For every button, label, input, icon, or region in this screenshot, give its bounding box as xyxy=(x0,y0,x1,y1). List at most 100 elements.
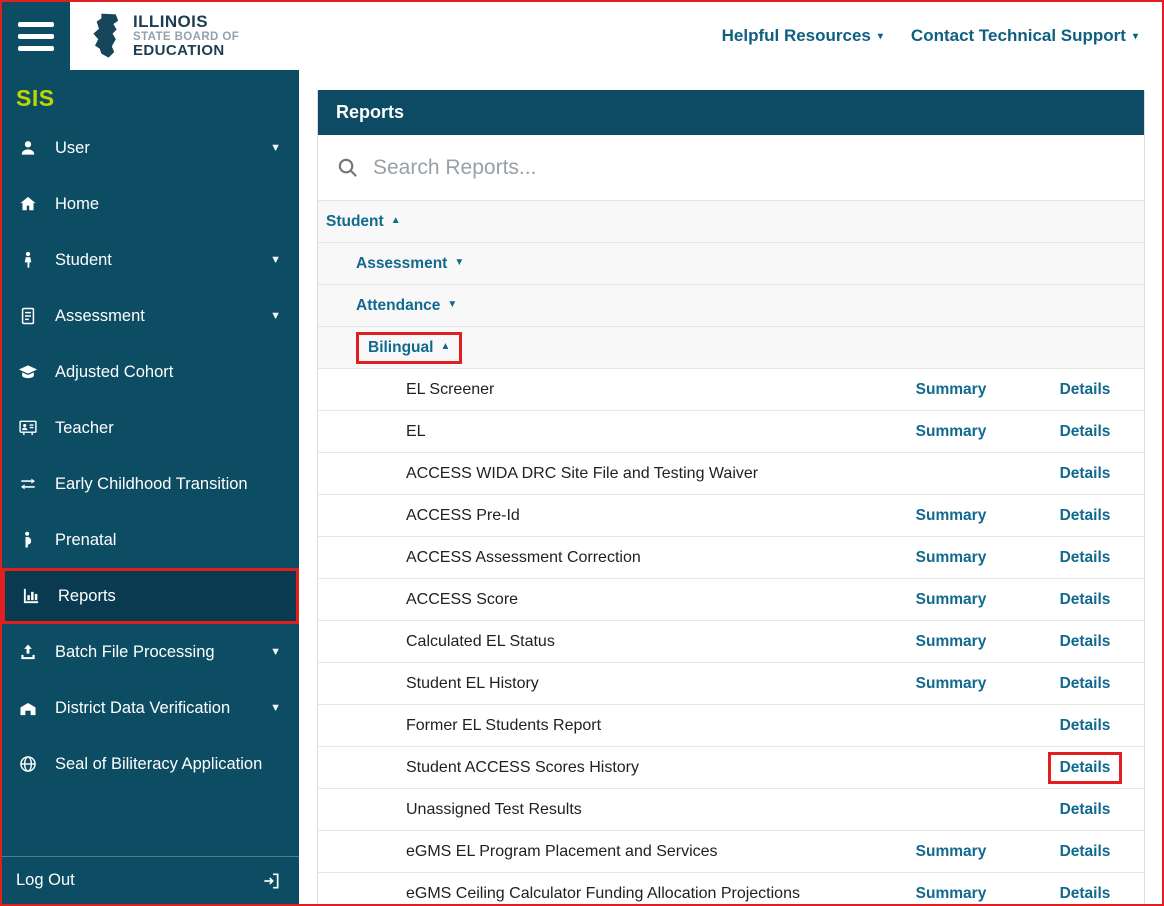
sidebar-item-label: User xyxy=(55,138,90,157)
summary-link[interactable]: Summary xyxy=(916,633,987,650)
home-icon xyxy=(16,194,40,214)
category-row-attendance: Attendance ▼ xyxy=(318,285,1144,327)
teacher-icon xyxy=(16,418,40,438)
report-row-access-score: ACCESS Score Summary Details xyxy=(318,579,1144,621)
report-tree: Student ▲ Assessment ▼ Attendance ▼ Bilingual ▲… xyxy=(318,201,1144,904)
summary-link[interactable]: Summary xyxy=(916,885,987,902)
panel-title: Reports xyxy=(318,90,1144,135)
summary-cell: Summary xyxy=(876,633,1026,651)
isbe-logo: ILLINOIS STATE BOARD OF EDUCATION xyxy=(90,12,239,60)
report-name: Student EL History xyxy=(406,674,539,692)
reports-chart-icon xyxy=(19,586,43,606)
summary-link[interactable]: Summary xyxy=(916,507,987,524)
chevron-down-icon: ▼ xyxy=(270,646,281,658)
summary-link[interactable]: Summary xyxy=(916,381,987,398)
details-cell: Details xyxy=(1026,591,1144,609)
sidebar-item-adjusted-cohort[interactable]: Adjusted Cohort xyxy=(2,344,299,400)
top-bar-white: ILLINOIS STATE BOARD OF EDUCATION Helpfu… xyxy=(70,2,1162,70)
illinois-state-icon xyxy=(90,12,124,60)
details-cell: Details xyxy=(1026,751,1144,784)
details-link[interactable]: Details xyxy=(1060,633,1111,650)
details-link[interactable]: Details xyxy=(1060,591,1111,608)
sidebar-item-label: Prenatal xyxy=(55,530,117,549)
sidebar-item-student[interactable]: Student ▼ xyxy=(2,232,299,288)
details-link[interactable]: Details xyxy=(1060,801,1111,818)
chevron-down-icon: ▼ xyxy=(270,254,281,266)
report-name: ACCESS Assessment Correction xyxy=(406,548,641,566)
report-name: ACCESS WIDA DRC Site File and Testing Wa… xyxy=(406,464,759,482)
chevron-down-icon: ▼ xyxy=(270,142,281,154)
sidebar-item-label: Batch File Processing xyxy=(55,642,215,661)
summary-cell: Summary xyxy=(876,591,1026,609)
details-cell: Details xyxy=(1026,423,1144,441)
report-row-el-screener: EL Screener Summary Details xyxy=(318,369,1144,411)
report-row-student-access-scores-history: Student ACCESS Scores History Details xyxy=(318,747,1144,789)
category-link-bilingual[interactable]: Bilingual ▲ xyxy=(368,339,450,357)
sidebar-item-district-data-verification[interactable]: District Data Verification ▼ xyxy=(2,680,299,736)
sidebar-item-batch-file-processing[interactable]: Batch File Processing ▼ xyxy=(2,624,299,680)
top-link-helpful-resources[interactable]: Helpful Resources ▾ xyxy=(722,26,883,46)
sidebar-item-prenatal[interactable]: Prenatal xyxy=(2,512,299,568)
report-name: eGMS EL Program Placement and Services xyxy=(406,842,718,860)
report-row-calculated-el-status: Calculated EL Status Summary Details xyxy=(318,621,1144,663)
sidebar-item-home[interactable]: Home xyxy=(2,176,299,232)
details-link[interactable]: Details xyxy=(1060,885,1111,902)
sidebar-item-label: District Data Verification xyxy=(55,698,231,717)
main-content: Reports Student ▲ Assessment ▼ Attendance ▼ Bi… xyxy=(299,70,1162,904)
chevron-up-icon: ▲ xyxy=(440,341,451,352)
report-row-el: EL Summary Details xyxy=(318,411,1144,453)
report-row-egms-el-program-placement-and-services: eGMS EL Program Placement and Services Su… xyxy=(318,831,1144,873)
sidebar-menu: User ▼ Home Student ▼ Assessment ▼ Adjusted Coh… xyxy=(2,120,299,792)
user-icon xyxy=(16,138,40,158)
report-name: Calculated EL Status xyxy=(406,632,555,650)
summary-link[interactable]: Summary xyxy=(916,549,987,566)
category-label: Student xyxy=(326,212,384,230)
sidebar-item-early-childhood-transition[interactable]: Early Childhood Transition xyxy=(2,456,299,512)
sidebar-item-reports[interactable]: Reports xyxy=(2,568,299,624)
logout-label: Log Out xyxy=(16,871,75,889)
search-bar xyxy=(318,135,1144,201)
details-link[interactable]: Details xyxy=(1060,465,1111,482)
search-input[interactable] xyxy=(373,155,1126,180)
report-name: eGMS Ceiling Calculator Funding Allocati… xyxy=(406,884,800,902)
sidebar-item-seal-of-biliteracy-application[interactable]: Seal of Biliteracy Application xyxy=(2,736,299,792)
sidebar-item-label: Adjusted Cohort xyxy=(55,362,174,381)
summary-cell: Summary xyxy=(876,843,1026,861)
sidebar-item-user[interactable]: User ▼ xyxy=(2,120,299,176)
sidebar-item-assessment[interactable]: Assessment ▼ xyxy=(2,288,299,344)
details-cell: Details xyxy=(1026,885,1144,903)
sidebar-item-label: Assessment xyxy=(55,306,145,325)
details-cell: Details xyxy=(1026,381,1144,399)
category-link-assessment[interactable]: Assessment ▼ xyxy=(356,255,464,273)
details-link[interactable]: Details xyxy=(1060,507,1111,524)
details-link[interactable]: Details xyxy=(1060,675,1111,692)
summary-cell: Summary xyxy=(876,885,1026,903)
details-link[interactable]: Details xyxy=(1060,717,1111,734)
hamburger-menu-button[interactable] xyxy=(2,2,70,70)
sidebar-item-label: Student xyxy=(55,250,112,269)
category-row-student: Student ▲ xyxy=(318,201,1144,243)
category-link-student[interactable]: Student ▲ xyxy=(326,213,401,231)
details-link[interactable]: Details xyxy=(1060,843,1111,860)
sidebar-item-teacher[interactable]: Teacher xyxy=(2,400,299,456)
report-row-access-wida-drc-site-file-and-testing-waiver: ACCESS WIDA DRC Site File and Testing Wa… xyxy=(318,453,1144,495)
summary-link[interactable]: Summary xyxy=(916,675,987,692)
sidebar-item-log-out[interactable]: Log Out xyxy=(2,856,299,904)
summary-link[interactable]: Summary xyxy=(916,423,987,440)
logo-line3: EDUCATION xyxy=(133,42,225,60)
details-link[interactable]: Details xyxy=(1060,381,1111,398)
chevron-down-icon: ▼ xyxy=(270,702,281,714)
report-name: Student ACCESS Scores History xyxy=(406,758,639,776)
summary-link[interactable]: Summary xyxy=(916,591,987,608)
assessment-icon xyxy=(16,306,40,326)
chevron-down-icon: ▾ xyxy=(877,31,883,42)
top-link-contact-technical-support[interactable]: Contact Technical Support ▾ xyxy=(911,26,1138,46)
report-row-former-el-students-report: Former EL Students Report Details xyxy=(318,705,1144,747)
details-link[interactable]: Details xyxy=(1060,759,1111,777)
summary-link[interactable]: Summary xyxy=(916,843,987,860)
highlight-box: Bilingual ▲ xyxy=(356,331,463,364)
category-link-attendance[interactable]: Attendance ▼ xyxy=(356,297,457,315)
details-link[interactable]: Details xyxy=(1060,549,1111,566)
report-name: Former EL Students Report xyxy=(406,716,602,734)
details-link[interactable]: Details xyxy=(1060,423,1111,440)
